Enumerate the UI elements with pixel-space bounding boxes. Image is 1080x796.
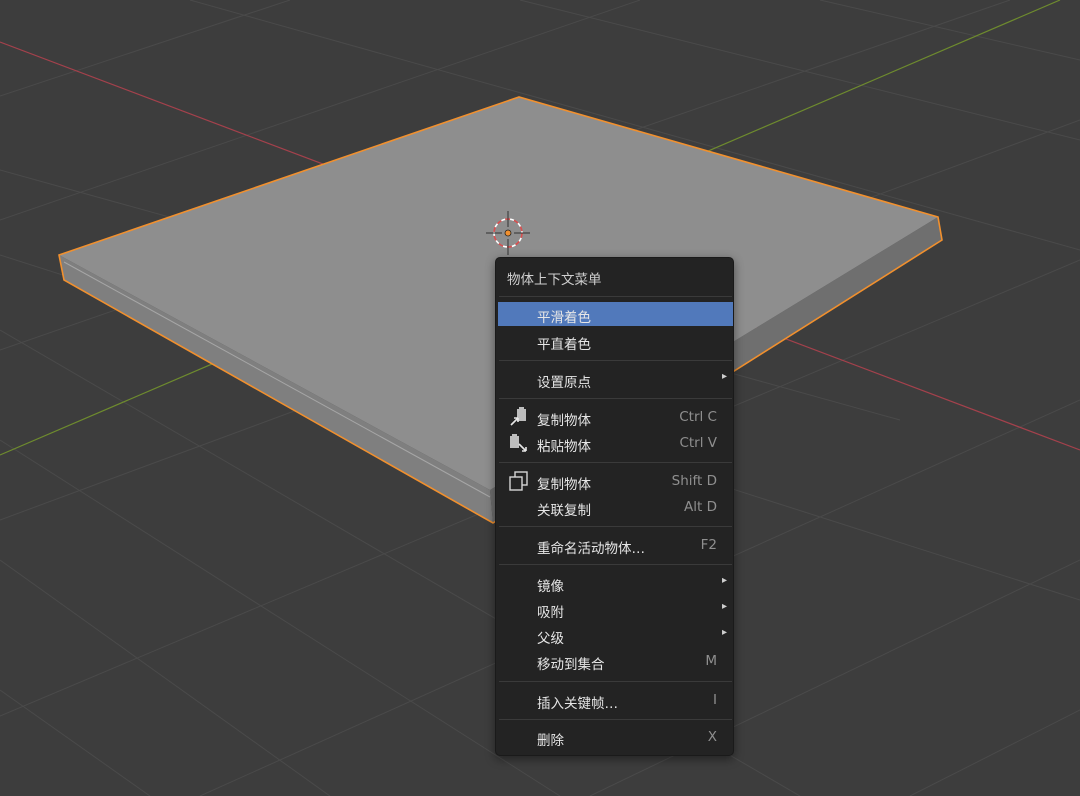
menu-item-label: 关联复制 <box>537 503 591 519</box>
submenu-arrow-icon: ▸ <box>721 627 727 638</box>
menu-item-label: 复制物体 <box>537 477 591 493</box>
menu-item-mirror[interactable]: 镜像 ▸ <box>498 571 733 595</box>
object-context-menu: 物体上下文菜单 平滑着色 平直着色 设置原点 ▸ 复制物体 Ctrl C 粘贴物… <box>495 257 734 756</box>
menu-item-label: 重命名活动物体… <box>537 541 645 557</box>
menu-item-move-to-collection[interactable]: 移动到集合 M <box>498 649 733 673</box>
submenu-arrow-icon: ▸ <box>721 371 727 382</box>
menu-item-delete[interactable]: 删除 X <box>498 725 733 749</box>
menu-item-rename-active[interactable]: 重命名活动物体… F2 <box>498 533 733 557</box>
paste-from-buffer-icon <box>510 434 527 452</box>
menu-item-label: 镜像 <box>537 579 564 595</box>
menu-item-label: 复制物体 <box>537 413 591 429</box>
separator <box>499 526 732 527</box>
menu-item-set-origin[interactable]: 设置原点 ▸ <box>498 367 733 391</box>
menu-item-label: 设置原点 <box>537 375 591 391</box>
menu-item-label: 平滑着色 <box>537 310 591 326</box>
menu-item-shade-smooth[interactable]: 平滑着色 <box>498 302 733 326</box>
menu-item-label: 粘贴物体 <box>537 439 591 455</box>
menu-item-snap[interactable]: 吸附 ▸ <box>498 597 733 621</box>
copy-to-buffer-icon <box>510 407 526 426</box>
submenu-arrow-icon: ▸ <box>721 575 727 586</box>
menu-item-insert-keyframe[interactable]: 插入关键帧… I <box>498 688 733 712</box>
menu-item-duplicate-linked[interactable]: 关联复制 Alt D <box>498 495 733 519</box>
menu-item-shortcut: Ctrl C <box>679 409 717 425</box>
menu-item-paste-objects[interactable]: 粘贴物体 Ctrl V <box>498 431 733 455</box>
menu-item-label: 平直着色 <box>537 337 591 353</box>
duplicate-icon <box>509 471 528 491</box>
menu-item-label: 移动到集合 <box>537 657 605 673</box>
menu-item-parent[interactable]: 父级 ▸ <box>498 623 733 647</box>
menu-item-label: 父级 <box>537 631 564 647</box>
menu-item-shortcut: M <box>705 653 717 669</box>
menu-item-label: 删除 <box>537 733 564 749</box>
separator <box>499 296 732 297</box>
menu-item-label: 吸附 <box>537 605 564 621</box>
menu-item-copy-objects[interactable]: 复制物体 Ctrl C <box>498 405 733 429</box>
separator <box>499 462 732 463</box>
menu-item-shortcut: Shift D <box>671 473 717 489</box>
menu-item-shortcut: Alt D <box>684 499 717 515</box>
separator <box>499 398 732 399</box>
menu-item-shortcut: X <box>707 729 717 745</box>
separator <box>499 719 732 720</box>
menu-item-shortcut: I <box>713 692 717 708</box>
menu-item-shortcut: Ctrl V <box>679 435 717 451</box>
separator <box>499 564 732 565</box>
menu-item-shortcut: F2 <box>700 537 717 553</box>
separator <box>499 681 732 682</box>
menu-item-label: 插入关键帧… <box>537 696 618 712</box>
separator <box>499 360 732 361</box>
submenu-arrow-icon: ▸ <box>721 601 727 612</box>
menu-item-shade-flat[interactable]: 平直着色 <box>498 329 733 353</box>
menu-item-duplicate-objects[interactable]: 复制物体 Shift D <box>498 469 733 493</box>
menu-title: 物体上下文菜单 <box>507 272 602 288</box>
